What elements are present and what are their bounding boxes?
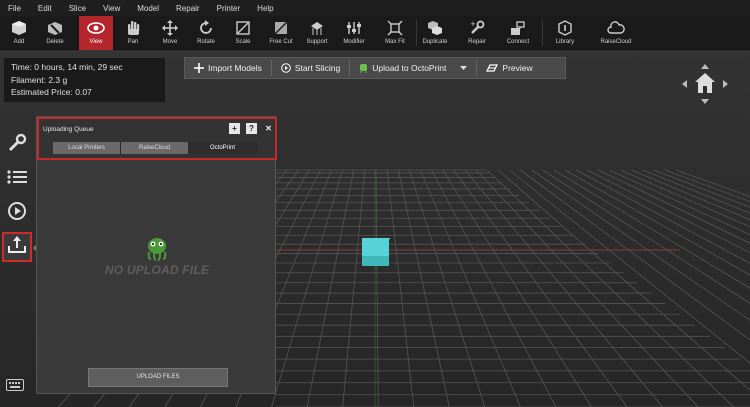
home-icon (695, 73, 715, 93)
toolbar-separator (416, 20, 417, 46)
plus-icon: + (232, 124, 237, 133)
action-bar: Import Models Start Slicing Upload to Oc… (184, 57, 566, 79)
upload-octoprint-button[interactable]: Upload to OctoPrint (350, 58, 476, 78)
print-preview-button[interactable] (2, 198, 32, 228)
model-cube[interactable] (362, 238, 390, 266)
uploading-queue-panel: Uploading Queue + ? ✕ Local Printers Rai… (36, 116, 277, 394)
preview-button[interactable]: Preview (477, 58, 541, 78)
question-icon: ? (249, 124, 254, 133)
list-icon (7, 169, 27, 190)
duplicate-icon (426, 19, 444, 37)
close-icon: ✕ (265, 124, 272, 133)
menu-edit[interactable]: Edit (38, 4, 52, 13)
nav-right-icon (723, 80, 728, 88)
octoprint-icon (359, 63, 368, 73)
delete-button[interactable]: Delete (42, 16, 68, 50)
library-icon (556, 19, 574, 37)
wrench-icon: + (468, 19, 486, 37)
duplicate-button[interactable]: Duplicate (420, 16, 450, 50)
model-list-button[interactable] (2, 164, 32, 194)
pan-button[interactable]: Pan (120, 16, 146, 50)
tab-octoprint[interactable]: OctoPrint (189, 142, 257, 154)
menu-repair[interactable]: Repair (176, 4, 200, 13)
menu-bar: File Edit Slice View Model Repair Printe… (0, 0, 750, 16)
import-models-button[interactable]: Import Models (185, 58, 271, 78)
rotate-icon (197, 19, 215, 37)
nav-left-icon (682, 80, 687, 88)
preview-icon (486, 63, 499, 73)
move-button[interactable]: Move (157, 16, 183, 50)
menu-slice[interactable]: Slice (69, 4, 86, 13)
slice-info-panel: Time: 0 hours, 14 min, 29 sec Filament: … (4, 58, 165, 102)
settings-wrench-button[interactable] (2, 130, 32, 160)
add-file-button[interactable]: + (229, 123, 240, 134)
menu-view[interactable]: View (103, 4, 120, 13)
view-navigation-control[interactable] (678, 64, 732, 104)
wrench-icon (7, 133, 27, 158)
estimated-price: Estimated Price: 0.07 (11, 87, 92, 97)
raisecloud-button[interactable]: RaiseCloud (598, 16, 634, 50)
main-toolbar: Add Delete View Pan Move Rotate Scale Fr… (0, 16, 750, 50)
nav-down-icon (701, 99, 709, 104)
delete-icon (46, 19, 64, 37)
upload-files-button[interactable]: UPLOAD FILES (88, 368, 228, 387)
toolbar-separator (542, 20, 543, 46)
nav-up-icon (701, 64, 709, 69)
eye-icon (87, 19, 105, 37)
svg-text:+: + (470, 20, 476, 28)
rotate-button[interactable]: Rotate (193, 16, 219, 50)
modifier-icon (345, 19, 363, 37)
empty-queue-message: NO UPLOAD FILE (104, 263, 210, 277)
menu-printer[interactable]: Printer (217, 4, 241, 13)
octoprint-mascot-icon (145, 235, 169, 266)
cut-icon (272, 19, 290, 37)
play-circle-icon (7, 201, 27, 226)
cloud-icon (607, 19, 625, 37)
panel-title: Uploading Queue (43, 126, 94, 133)
view-button[interactable]: View (79, 16, 113, 50)
help-button[interactable]: ? (246, 123, 257, 134)
add-model-icon (10, 19, 28, 37)
print-time: Time: 0 hours, 14 min, 29 sec (11, 62, 123, 72)
modifier-button[interactable]: Modifier (339, 16, 369, 50)
menu-model[interactable]: Model (137, 4, 159, 13)
hand-icon (124, 19, 142, 37)
close-panel-button[interactable]: ✕ (263, 123, 274, 134)
upload-icon (7, 235, 27, 260)
max-fit-button[interactable]: Max Fit (380, 16, 410, 50)
printer-tabs: Local Printers RaiseCloud OctoPrint (53, 142, 257, 154)
repair-button[interactable]: + Repair (462, 16, 492, 50)
add-button[interactable]: Add (6, 16, 32, 50)
menu-file[interactable]: File (8, 4, 21, 13)
plus-icon (194, 63, 204, 73)
play-circle-icon (281, 63, 291, 73)
menu-help[interactable]: Help (257, 4, 273, 13)
max-fit-icon (386, 19, 404, 37)
connect-icon (509, 19, 527, 37)
dropdown-arrow-icon[interactable] (460, 63, 468, 73)
panel-header: Uploading Queue + ? ✕ Local Printers Rai… (37, 117, 277, 160)
tab-local-printers[interactable]: Local Printers (53, 142, 121, 154)
library-button[interactable]: Library (550, 16, 580, 50)
scale-icon (234, 19, 252, 37)
support-icon (308, 19, 326, 37)
move-arrows-icon (161, 19, 179, 37)
keyboard-icon[interactable] (6, 378, 24, 396)
filament-usage: Filament: 2.3 g (11, 74, 68, 85)
scale-button[interactable]: Scale (230, 16, 256, 50)
connect-button[interactable]: Connect (502, 16, 534, 50)
upload-queue-button[interactable] (2, 232, 32, 262)
start-slicing-button[interactable]: Start Slicing (272, 58, 349, 78)
free-cut-button[interactable]: Free Cut (266, 16, 296, 50)
support-button[interactable]: Support (302, 16, 332, 50)
tab-raisecloud[interactable]: RaiseCloud (121, 142, 189, 154)
